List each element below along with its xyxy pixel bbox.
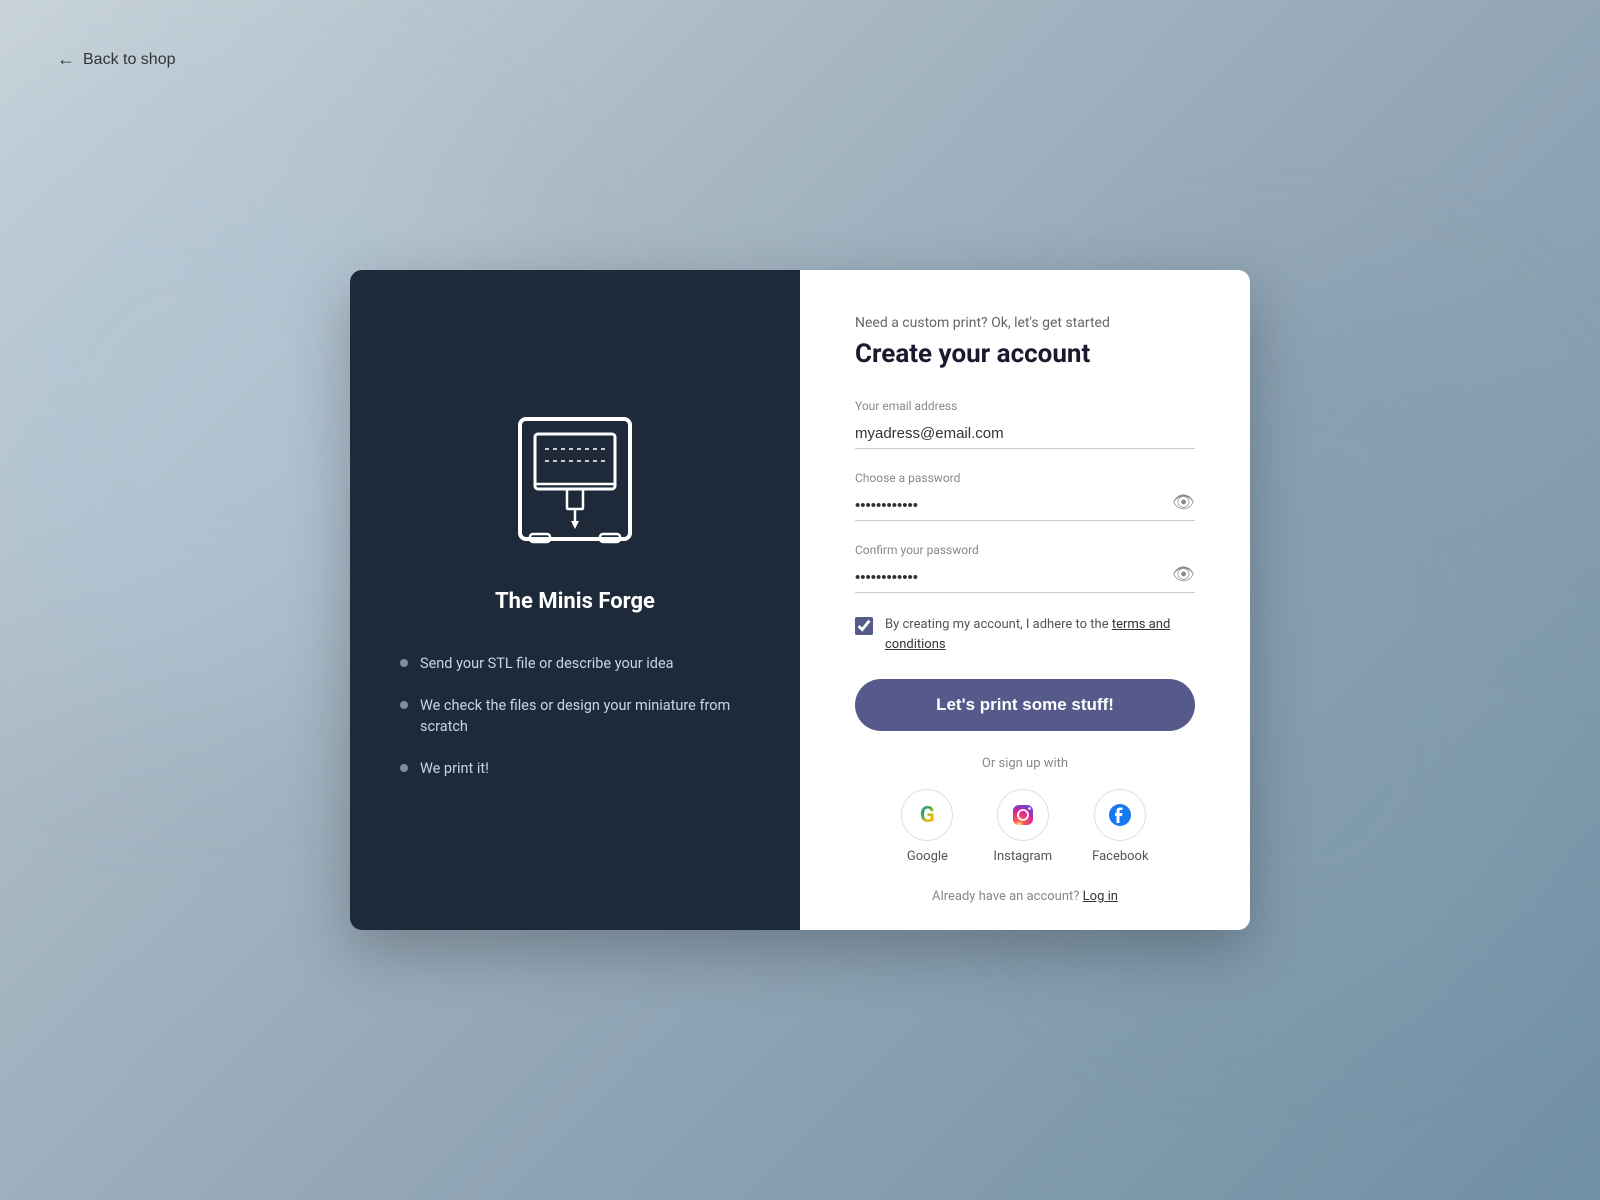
instagram-icon-circle	[997, 789, 1049, 841]
feature-item-1: Send your STL file or describe your idea	[400, 654, 750, 674]
right-panel: Need a custom print? Ok, let's get start…	[800, 270, 1250, 930]
confirm-password-label: Confirm your password	[855, 543, 1195, 557]
terms-checkbox[interactable]	[855, 617, 873, 635]
terms-label: By creating my account, I adhere to the …	[885, 615, 1195, 654]
email-label: Your email address	[855, 399, 1195, 413]
back-to-shop-button[interactable]: ← Back to shop	[57, 49, 176, 70]
email-input[interactable]	[855, 419, 1195, 449]
facebook-label: Facebook	[1092, 849, 1148, 864]
google-label: Google	[907, 849, 948, 864]
already-account-text: Already have an account?	[932, 889, 1079, 904]
confirm-eye-icon[interactable]: 👁	[1172, 564, 1195, 585]
feature-item-3: We print it!	[400, 759, 750, 779]
email-group: Your email address	[855, 399, 1195, 449]
left-panel: The Minis Forge Send your STL file or de…	[350, 270, 800, 930]
features-list: Send your STL file or describe your idea…	[390, 654, 760, 801]
login-row: Already have an account? Log in	[855, 889, 1195, 904]
google-icon: G	[920, 803, 935, 828]
google-icon-circle: G	[901, 789, 953, 841]
or-signup-text: Or sign up with	[855, 756, 1195, 771]
password-eye-icon[interactable]: 👁	[1172, 492, 1195, 513]
arrow-left-icon: ←	[57, 49, 75, 70]
back-to-shop-label: Back to shop	[83, 51, 176, 69]
instagram-signup[interactable]: Instagram	[993, 789, 1052, 864]
social-row: G Google	[855, 789, 1195, 864]
confirm-password-group: Confirm your password 👁	[855, 543, 1195, 593]
form-subtitle: Need a custom print? Ok, let's get start…	[855, 315, 1195, 331]
printer-icon	[485, 389, 665, 569]
create-account-button[interactable]: Let's print some stuff!	[855, 679, 1195, 731]
password-label: Choose a password	[855, 471, 1195, 485]
bullet-1	[400, 659, 408, 667]
facebook-icon	[1107, 802, 1133, 828]
bullet-3	[400, 764, 408, 772]
terms-checkbox-row: By creating my account, I adhere to the …	[855, 615, 1195, 654]
form-title: Create your account	[855, 339, 1195, 369]
password-input[interactable]	[855, 491, 1195, 521]
feature-item-2: We check the files or design your miniat…	[400, 696, 750, 737]
login-link[interactable]: Log in	[1083, 889, 1118, 904]
instagram-label: Instagram	[993, 849, 1052, 864]
password-group: Choose a password 👁	[855, 471, 1195, 521]
facebook-signup[interactable]: Facebook	[1092, 789, 1148, 864]
google-signup[interactable]: G Google	[901, 789, 953, 864]
bullet-2	[400, 701, 408, 709]
facebook-icon-circle	[1094, 789, 1146, 841]
confirm-password-input[interactable]	[855, 563, 1195, 593]
instagram-icon	[1010, 802, 1036, 828]
main-card: The Minis Forge Send your STL file or de…	[350, 270, 1250, 930]
brand-name: The Minis Forge	[495, 589, 655, 614]
